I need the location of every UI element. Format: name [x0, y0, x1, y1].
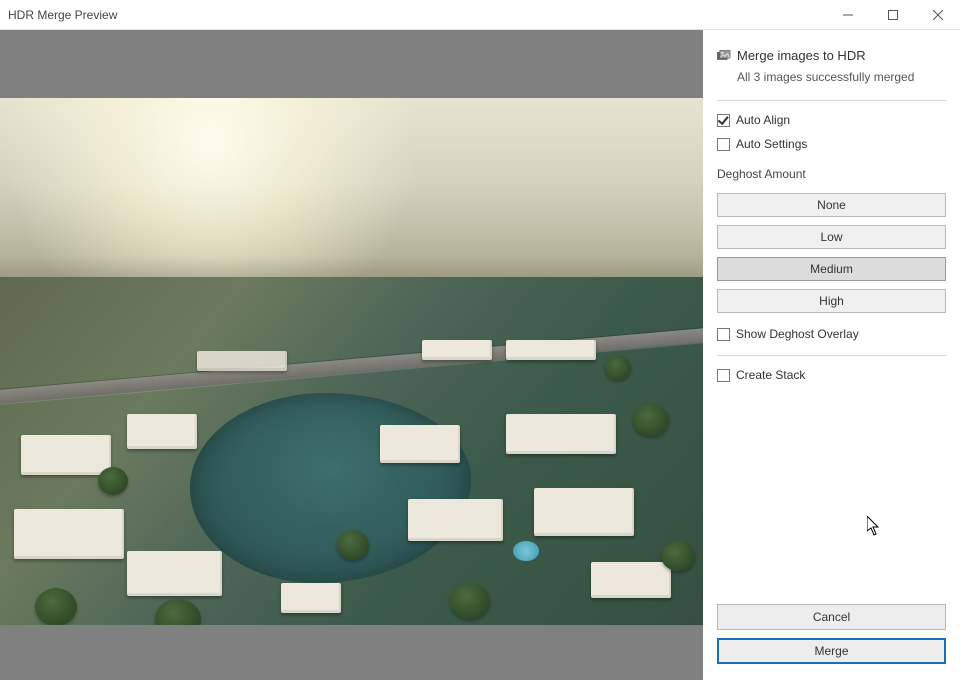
- window-buttons: [825, 0, 960, 29]
- image-stack-icon: [717, 48, 731, 64]
- show-deghost-overlay-label: Show Deghost Overlay: [736, 327, 859, 341]
- panel-heading: Merge images to HDR: [717, 48, 946, 68]
- create-stack-checkbox[interactable]: Create Stack: [717, 368, 946, 382]
- deghost-option-none[interactable]: None: [717, 193, 946, 217]
- panel-heading-text: Merge images to HDR: [737, 48, 866, 63]
- titlebar: HDR Merge Preview: [0, 0, 960, 30]
- auto-settings-checkbox[interactable]: Auto Settings: [717, 137, 946, 151]
- create-stack-label: Create Stack: [736, 368, 805, 382]
- minimize-button[interactable]: [825, 0, 870, 29]
- cancel-button[interactable]: Cancel: [717, 604, 946, 630]
- checkbox-icon: [717, 369, 730, 382]
- deghost-option-high[interactable]: High: [717, 289, 946, 313]
- show-deghost-overlay-checkbox[interactable]: Show Deghost Overlay: [717, 327, 946, 341]
- merge-button[interactable]: Merge: [717, 638, 946, 664]
- deghost-option-medium[interactable]: Medium: [717, 257, 946, 281]
- window-title: HDR Merge Preview: [8, 8, 117, 22]
- divider: [717, 355, 946, 356]
- checkbox-icon: [717, 114, 730, 127]
- panel-subheading: All 3 images successfully merged: [737, 70, 946, 84]
- maximize-button[interactable]: [870, 0, 915, 29]
- main-area: Merge images to HDR All 3 images success…: [0, 30, 960, 680]
- close-button[interactable]: [915, 0, 960, 29]
- auto-align-label: Auto Align: [736, 113, 790, 127]
- divider: [717, 100, 946, 101]
- checkbox-icon: [717, 328, 730, 341]
- preview-matte-top: [0, 30, 703, 98]
- auto-align-checkbox[interactable]: Auto Align: [717, 113, 946, 127]
- preview-area: [0, 30, 703, 680]
- hdr-preview-image[interactable]: [0, 98, 703, 625]
- options-panel: Merge images to HDR All 3 images success…: [703, 30, 960, 680]
- auto-settings-label: Auto Settings: [736, 137, 807, 151]
- preview-matte-bottom: [0, 625, 703, 680]
- deghost-option-low[interactable]: Low: [717, 225, 946, 249]
- deghost-label: Deghost Amount: [717, 167, 946, 181]
- checkbox-icon: [717, 138, 730, 151]
